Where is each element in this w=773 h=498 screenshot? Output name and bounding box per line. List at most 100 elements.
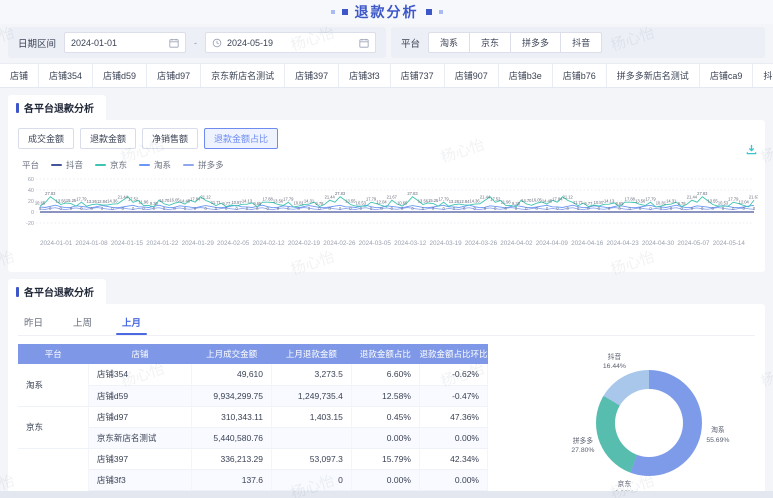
platform-button-抖音[interactable]: 抖音 (560, 32, 603, 53)
svg-text:0: 0 (753, 206, 756, 211)
x-axis-tick: 2024-04-23 (606, 240, 639, 247)
x-axis-tick: 2024-03-12 (394, 240, 427, 247)
svg-text:40: 40 (28, 188, 34, 194)
line-chart-canvas: 6040200-2010.6527.8313.56 15.25 17.79 13.26… (26, 177, 760, 227)
calendar-icon[interactable] (359, 38, 369, 48)
svg-text:13.26: 13.26 (449, 199, 460, 204)
svg-text:17.52: 17.52 (490, 197, 501, 202)
x-axis-tick: 2024-05-14 (712, 240, 745, 247)
store-tab[interactable]: 店铺397 (285, 64, 340, 87)
legend-item[interactable]: 淘系 (139, 159, 171, 171)
value-cell: 49,610 (191, 364, 273, 386)
store-tab[interactable]: 店铺3f3 (339, 64, 391, 87)
x-axis-tick: 2024-03-05 (358, 240, 391, 247)
svg-text:21.67: 21.67 (749, 194, 758, 199)
store-tab[interactable]: 店铺b3e (499, 64, 553, 87)
svg-text:13.55: 13.55 (707, 199, 718, 204)
svg-text:12.04: 12.04 (739, 200, 750, 205)
period-tab[interactable]: 上周 (71, 312, 94, 335)
section2-header: 各平台退款分析 (8, 279, 765, 304)
period-tab[interactable]: 昨日 (22, 312, 45, 335)
svg-text:10.65: 10.65 (35, 200, 46, 205)
store-tab[interactable]: 店铺d59 (93, 64, 148, 87)
metric-button[interactable]: 净销售额 (142, 128, 199, 149)
value-cell: 5,440,580.76 (191, 427, 273, 449)
table-header-cell: 上月成交金额 (191, 344, 272, 364)
platform-filter-label: 平台 (401, 38, 421, 50)
x-axis-tick: 2024-01-08 (75, 240, 108, 247)
svg-text:17.79: 17.79 (728, 196, 739, 201)
store-tab[interactable]: 店铺907 (445, 64, 499, 87)
donut-chart[interactable] (596, 370, 702, 476)
bottom-scroll-track[interactable] (0, 491, 773, 498)
platform-button-京东[interactable]: 京东 (469, 32, 512, 53)
chart-legend: 平台 抖音 京东 淘系 拼多多 (22, 159, 755, 171)
svg-text:21.44: 21.44 (687, 194, 698, 199)
svg-text:14.45: 14.45 (542, 198, 553, 203)
store-tab[interactable]: 店铺b76 (553, 64, 607, 87)
metric-button[interactable]: 退款金额占比 (204, 128, 279, 149)
donut-label-name: 淘系 (711, 427, 725, 435)
donut-slice-label: 拼多多 27.80% (571, 437, 594, 455)
store-tab[interactable]: 抖音新店名测试2 (753, 64, 773, 87)
date-separator: - (194, 37, 198, 48)
table-row: 店铺3f3 137.6 0 0.00% 0.00% (18, 469, 489, 491)
x-axis-tick: 2024-01-29 (181, 240, 214, 247)
store-cell: 店铺d59 (88, 385, 193, 407)
value-cell: 42.34% (419, 448, 489, 470)
store-filter-bar: 店铺 店铺354 店铺d59 店铺d97 京东新店名测试 店铺397 店铺3f3 店铺737 店… (0, 63, 773, 88)
section1-title-tab: 各平台退款分析 (8, 95, 106, 120)
svg-text:21.12: 21.12 (563, 195, 574, 200)
store-tab[interactable]: 店铺d97 (147, 64, 202, 87)
store-cell: 店铺354 (88, 364, 193, 386)
value-cell: 6.60% (351, 364, 420, 386)
metric-button[interactable]: 退款金额 (80, 128, 137, 149)
metric-button[interactable]: 成交金额 (18, 128, 75, 149)
x-axis-tick: 2024-02-12 (252, 240, 285, 247)
table-row: 京东 店铺d97 310,343.11 1,403.15 0.45% 47.36% (18, 406, 489, 449)
store-tab[interactable]: 拼多多新店名测试 (607, 64, 700, 87)
value-cell: 0.45% (351, 406, 420, 428)
period-tab[interactable]: 上月 (116, 312, 148, 335)
platform-button-拼多多[interactable]: 拼多多 (510, 32, 562, 53)
date-start-input[interactable]: 2024-01-01 (64, 32, 187, 53)
svg-text:0: 0 (132, 206, 135, 211)
x-axis-tick: 2024-04-16 (571, 240, 604, 247)
svg-text:15.25: 15.25 (428, 198, 439, 203)
value-cell: 0.00% (351, 427, 420, 449)
legend-item[interactable]: 京东 (95, 159, 127, 171)
section1-title: 各平台退款分析 (24, 104, 94, 115)
date-range-label: 日期区间 (18, 38, 57, 50)
platform-button-淘系[interactable]: 淘系 (428, 32, 471, 53)
legend-marker-icon (51, 163, 63, 167)
svg-text:0: 0 (318, 206, 321, 211)
download-icon[interactable] (746, 144, 757, 155)
value-cell: 47.36% (419, 406, 489, 428)
store-tab[interactable]: 店铺ca9 (700, 64, 754, 87)
svg-text:-20: -20 (26, 221, 34, 227)
svg-text:17.79: 17.79 (283, 196, 294, 201)
table-header-cell: 店铺 (88, 344, 192, 364)
value-cell: 336,213.29 (191, 448, 273, 470)
value-cell (271, 427, 352, 449)
value-cell: 0.00% (419, 469, 489, 491)
legend-item[interactable]: 抖音 (51, 159, 83, 171)
svg-text:14.13: 14.13 (242, 198, 253, 203)
store-tab[interactable]: 京东新店名测试 (201, 64, 286, 87)
svg-text:17.79: 17.79 (645, 196, 656, 201)
donut-label-percent: 27.80% (571, 447, 595, 455)
legend-item[interactable]: 拼多多 (183, 159, 224, 171)
calendar-icon[interactable] (169, 38, 179, 48)
section2-title: 各平台退款分析 (24, 288, 94, 299)
store-tab[interactable]: 店铺737 (391, 64, 445, 87)
x-axis-labels: 2024-01-01 2024-01-08 2024-01-15 2024-01-22… (40, 240, 745, 247)
svg-text:27.83: 27.83 (407, 191, 418, 196)
date-start-value: 2024-01-01 (71, 37, 118, 48)
date-end-input[interactable]: 2024-05-19 (205, 32, 376, 53)
table-and-donut: 平台 店铺 上月成交金额 上月退款金额 退款金额占比 退款金额占比环比 淘系 店铺354 49… (18, 344, 755, 498)
store-tab[interactable]: 店铺354 (39, 64, 94, 87)
title-deco-square (438, 10, 443, 14)
platform-refund-table-card: 昨日 上周 上月 平台 店铺 上月成交金额 上月退款金额 退款金额占比 退款金额占比环比 淘系… (8, 304, 765, 498)
x-axis-tick: 2024-02-26 (323, 240, 356, 247)
svg-text:11.71: 11.71 (573, 200, 584, 205)
